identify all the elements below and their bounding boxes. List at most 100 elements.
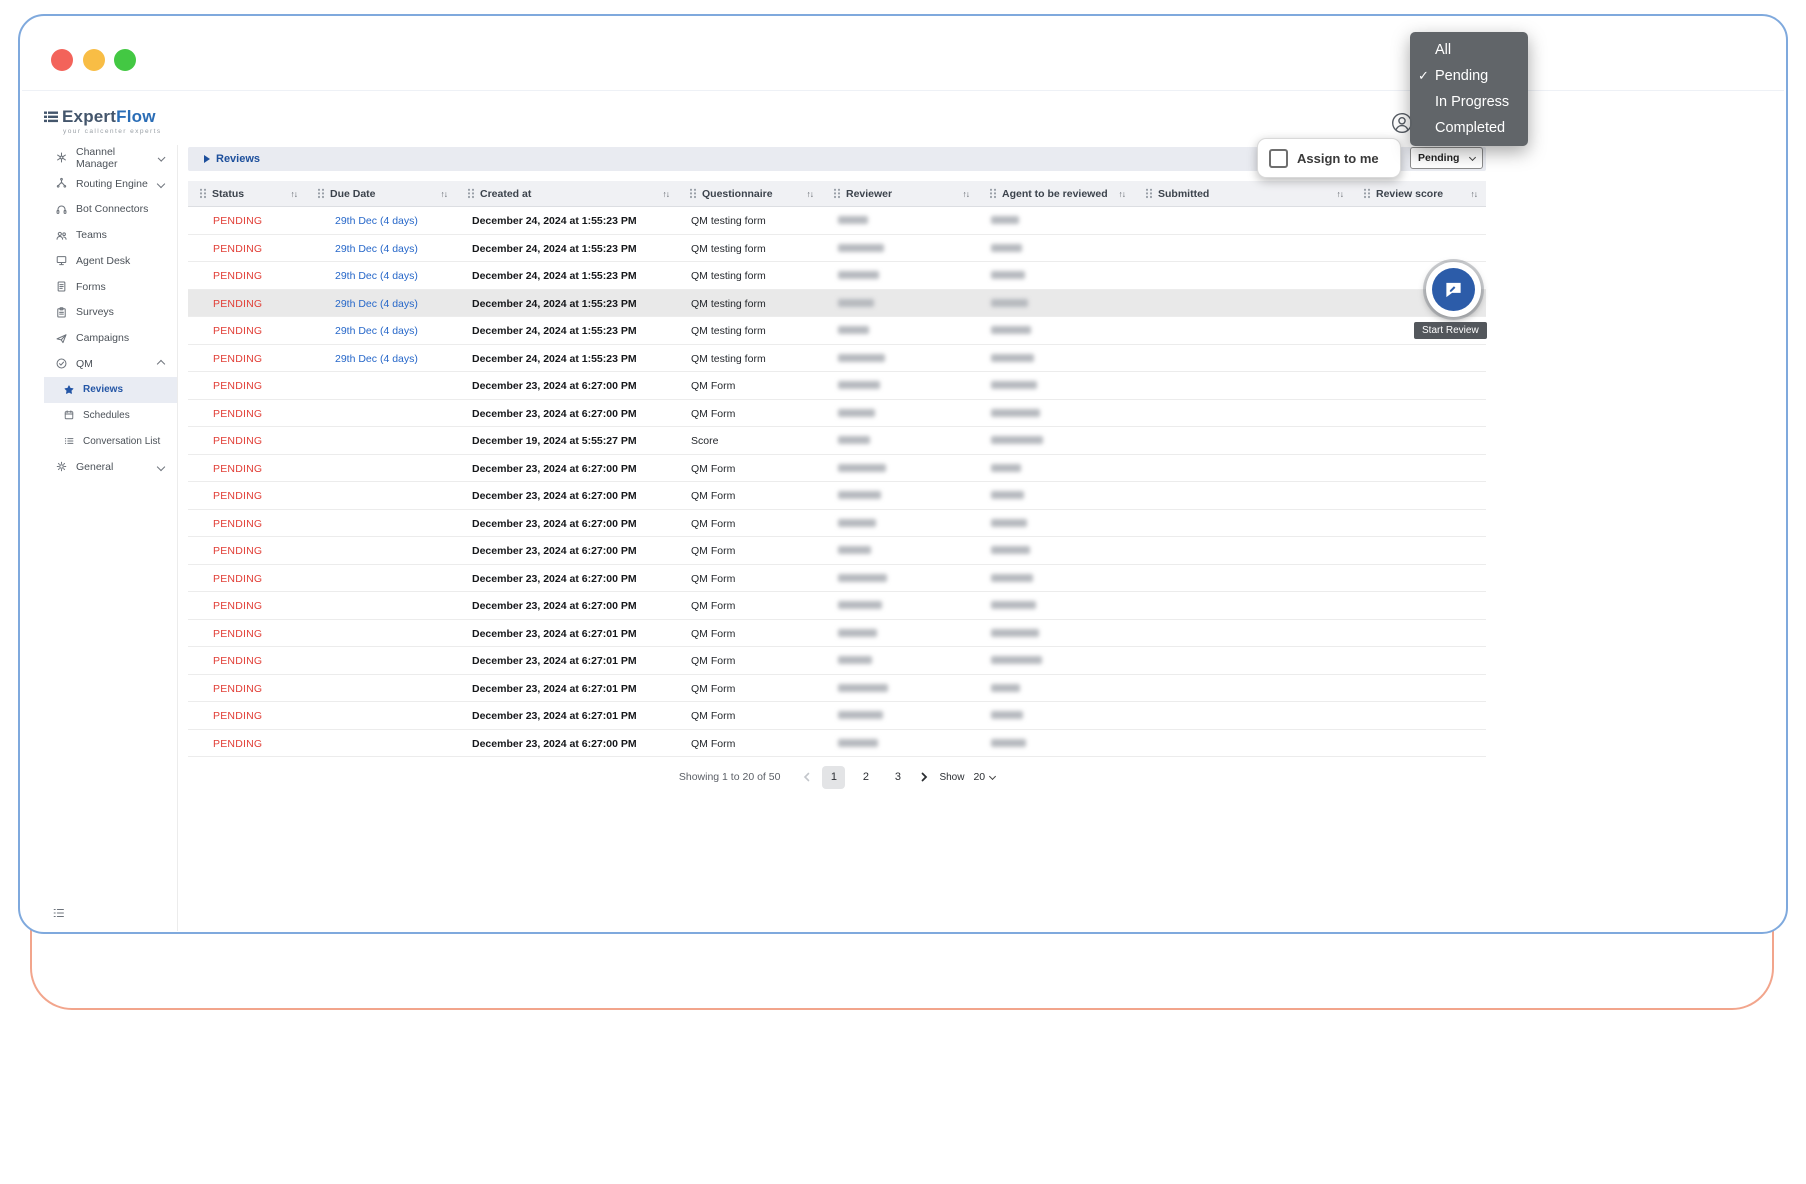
cell-created-at: December 24, 2024 at 1:55:23 PM: [472, 352, 637, 365]
sort-icon[interactable]: ↑↓: [1337, 189, 1344, 199]
drag-handle-icon[interactable]: [1145, 188, 1153, 199]
sort-icon[interactable]: ↑↓: [663, 189, 670, 199]
column-header-due-date[interactable]: Due Date ↑↓: [306, 181, 456, 206]
schedules-icon: [64, 410, 74, 420]
page-button-1[interactable]: 1: [822, 765, 846, 789]
sort-icon[interactable]: ↑↓: [963, 189, 970, 199]
table-row[interactable]: PENDING December 23, 2024 at 6:27:00 PM QM…: [188, 564, 1486, 592]
sidebar-item-general[interactable]: General: [44, 454, 177, 480]
sidebar-item-agent-desk[interactable]: Agent Desk: [44, 248, 177, 274]
sidebar-item-label: QM: [76, 357, 93, 370]
table-row[interactable]: PENDING December 23, 2024 at 6:27:00 PM QM…: [188, 509, 1486, 537]
cell-reviewer: [822, 239, 978, 257]
sort-icon[interactable]: ↑↓: [441, 189, 448, 199]
routing-engine-icon: [56, 178, 67, 188]
table-row[interactable]: PENDING December 23, 2024 at 6:27:01 PM QM…: [188, 619, 1486, 647]
sort-icon[interactable]: ↑↓: [1119, 189, 1126, 199]
sidebar-item-schedules[interactable]: Schedules: [44, 403, 177, 429]
table-row[interactable]: PENDING December 23, 2024 at 6:27:00 PM QM…: [188, 729, 1486, 757]
assign-to-me-checkbox[interactable]: [1269, 148, 1288, 168]
menu-item-in-progress[interactable]: In Progress: [1410, 89, 1528, 115]
status-badge: PENDING: [213, 737, 263, 750]
sidebar-item-bot-connectors[interactable]: Bot Connectors: [44, 197, 177, 223]
maximize-window-button[interactable]: [114, 49, 136, 71]
page-button-3[interactable]: 3: [886, 766, 909, 789]
redacted-reviewer: [838, 298, 874, 307]
drag-handle-icon[interactable]: [989, 188, 997, 199]
column-header-reviewer[interactable]: Reviewer ↑↓: [822, 181, 978, 206]
due-date-link[interactable]: 29th Dec (4 days): [335, 298, 418, 310]
table-row[interactable]: PENDING 29th Dec (4 days) December 24, 202…: [188, 234, 1486, 262]
table-row[interactable]: PENDING 29th Dec (4 days) December 24, 202…: [188, 317, 1486, 345]
table-row[interactable]: PENDING December 23, 2024 at 6:27:00 PM QM…: [188, 482, 1486, 510]
cell-created-at: December 23, 2024 at 6:27:00 PM: [472, 490, 637, 503]
teams-icon: [56, 231, 67, 240]
menu-item-completed[interactable]: Completed: [1410, 115, 1528, 141]
sidebar-item-channel-manager[interactable]: Channel Manager: [44, 145, 177, 171]
cell-created-at: December 19, 2024 at 5:55:27 PM: [472, 435, 637, 448]
due-date-link[interactable]: 29th Dec (4 days): [335, 243, 418, 255]
sort-icon[interactable]: ↑↓: [291, 189, 298, 199]
next-page-icon[interactable]: [918, 771, 930, 783]
table-row[interactable]: PENDING December 23, 2024 at 6:27:00 PM QM…: [188, 454, 1486, 482]
menu-item-all[interactable]: All: [1410, 37, 1528, 63]
page-size-select[interactable]: 20: [973, 771, 997, 783]
column-header-created-at[interactable]: Created at ↑↓: [456, 181, 678, 206]
drag-handle-icon[interactable]: [833, 188, 841, 199]
table-row[interactable]: PENDING December 23, 2024 at 6:27:00 PM QM…: [188, 537, 1486, 565]
prev-page-icon[interactable]: [801, 771, 813, 783]
page-button-2[interactable]: 2: [854, 766, 877, 789]
sidebar-item-qm[interactable]: QM: [44, 351, 177, 377]
table-row[interactable]: PENDING December 23, 2024 at 6:27:01 PM QM…: [188, 674, 1486, 702]
drag-handle-icon[interactable]: [467, 188, 475, 199]
sidebar-item-surveys[interactable]: Surveys: [44, 300, 177, 326]
redacted-agent: [991, 656, 1042, 665]
drag-handle-icon[interactable]: [317, 188, 325, 199]
due-date-link[interactable]: 29th Dec (4 days): [335, 353, 418, 365]
sidebar-item-forms[interactable]: Forms: [44, 274, 177, 300]
drag-handle-icon[interactable]: [689, 188, 697, 199]
column-header-review-score[interactable]: Review score ↑↓: [1352, 181, 1486, 206]
table-row[interactable]: PENDING December 19, 2024 at 5:55:27 PM Sc…: [188, 427, 1486, 455]
sort-icon[interactable]: ↑↓: [1471, 189, 1478, 199]
close-window-button[interactable]: [51, 49, 73, 71]
due-date-link[interactable]: 29th Dec (4 days): [335, 215, 418, 227]
due-date-link[interactable]: 29th Dec (4 days): [335, 325, 418, 337]
sidebar-item-campaigns[interactable]: Campaigns: [44, 325, 177, 351]
redacted-agent: [991, 381, 1037, 390]
status-filter-select[interactable]: Pending: [1410, 147, 1483, 169]
redacted-agent: [991, 298, 1028, 307]
table-row[interactable]: PENDING December 23, 2024 at 6:27:00 PM QM…: [188, 399, 1486, 427]
table-row[interactable]: PENDING December 23, 2024 at 6:27:01 PM QM…: [188, 647, 1486, 675]
minimize-window-button[interactable]: [83, 49, 105, 71]
column-header-status[interactable]: Status ↑↓: [188, 181, 306, 206]
sidebar-item-conversation-list[interactable]: Conversation List: [44, 428, 177, 454]
brand-name-secondary: Flow: [116, 107, 156, 126]
column-header-agent[interactable]: Agent to be reviewed ↑↓: [978, 181, 1134, 206]
column-header-questionnaire[interactable]: Questionnaire ↑↓: [678, 181, 822, 206]
cell-agent-to-be-reviewed: [978, 651, 1134, 669]
sidebar-item-teams[interactable]: Teams: [44, 222, 177, 248]
table-row[interactable]: PENDING 29th Dec (4 days) December 24, 202…: [188, 207, 1486, 235]
table-row[interactable]: PENDING December 23, 2024 at 6:27:00 PM QM…: [188, 372, 1486, 400]
start-review-button[interactable]: [1426, 262, 1481, 317]
due-date-link[interactable]: 29th Dec (4 days): [335, 270, 418, 282]
table-row[interactable]: PENDING 29th Dec (4 days) December 24, 202…: [188, 344, 1486, 372]
table-row[interactable]: PENDING 29th Dec (4 days) December 24, 202…: [188, 289, 1486, 317]
sort-icon[interactable]: ↑↓: [807, 189, 814, 199]
sidebar-item-routing-engine[interactable]: Routing Engine: [44, 171, 177, 197]
breadcrumb[interactable]: Reviews: [204, 153, 260, 165]
table-row[interactable]: PENDING December 23, 2024 at 6:27:00 PM QM…: [188, 592, 1486, 620]
column-header-submitted[interactable]: Submitted ↑↓: [1134, 181, 1352, 206]
table-row[interactable]: PENDING December 23, 2024 at 6:27:01 PM QM…: [188, 702, 1486, 730]
sidebar-collapse-icon[interactable]: [52, 906, 66, 925]
cell-agent-to-be-reviewed: [978, 294, 1134, 312]
menu-item-pending[interactable]: ✓ Pending: [1410, 63, 1528, 89]
status-badge: PENDING: [213, 380, 263, 393]
table-row[interactable]: PENDING 29th Dec (4 days) December 24, 202…: [188, 262, 1486, 290]
cell-questionnaire: QM Form: [691, 682, 736, 695]
sidebar-item-reviews[interactable]: Reviews: [44, 376, 177, 403]
drag-handle-icon[interactable]: [1363, 188, 1371, 199]
drag-handle-icon[interactable]: [199, 188, 207, 199]
general-gear-icon: [56, 462, 67, 472]
